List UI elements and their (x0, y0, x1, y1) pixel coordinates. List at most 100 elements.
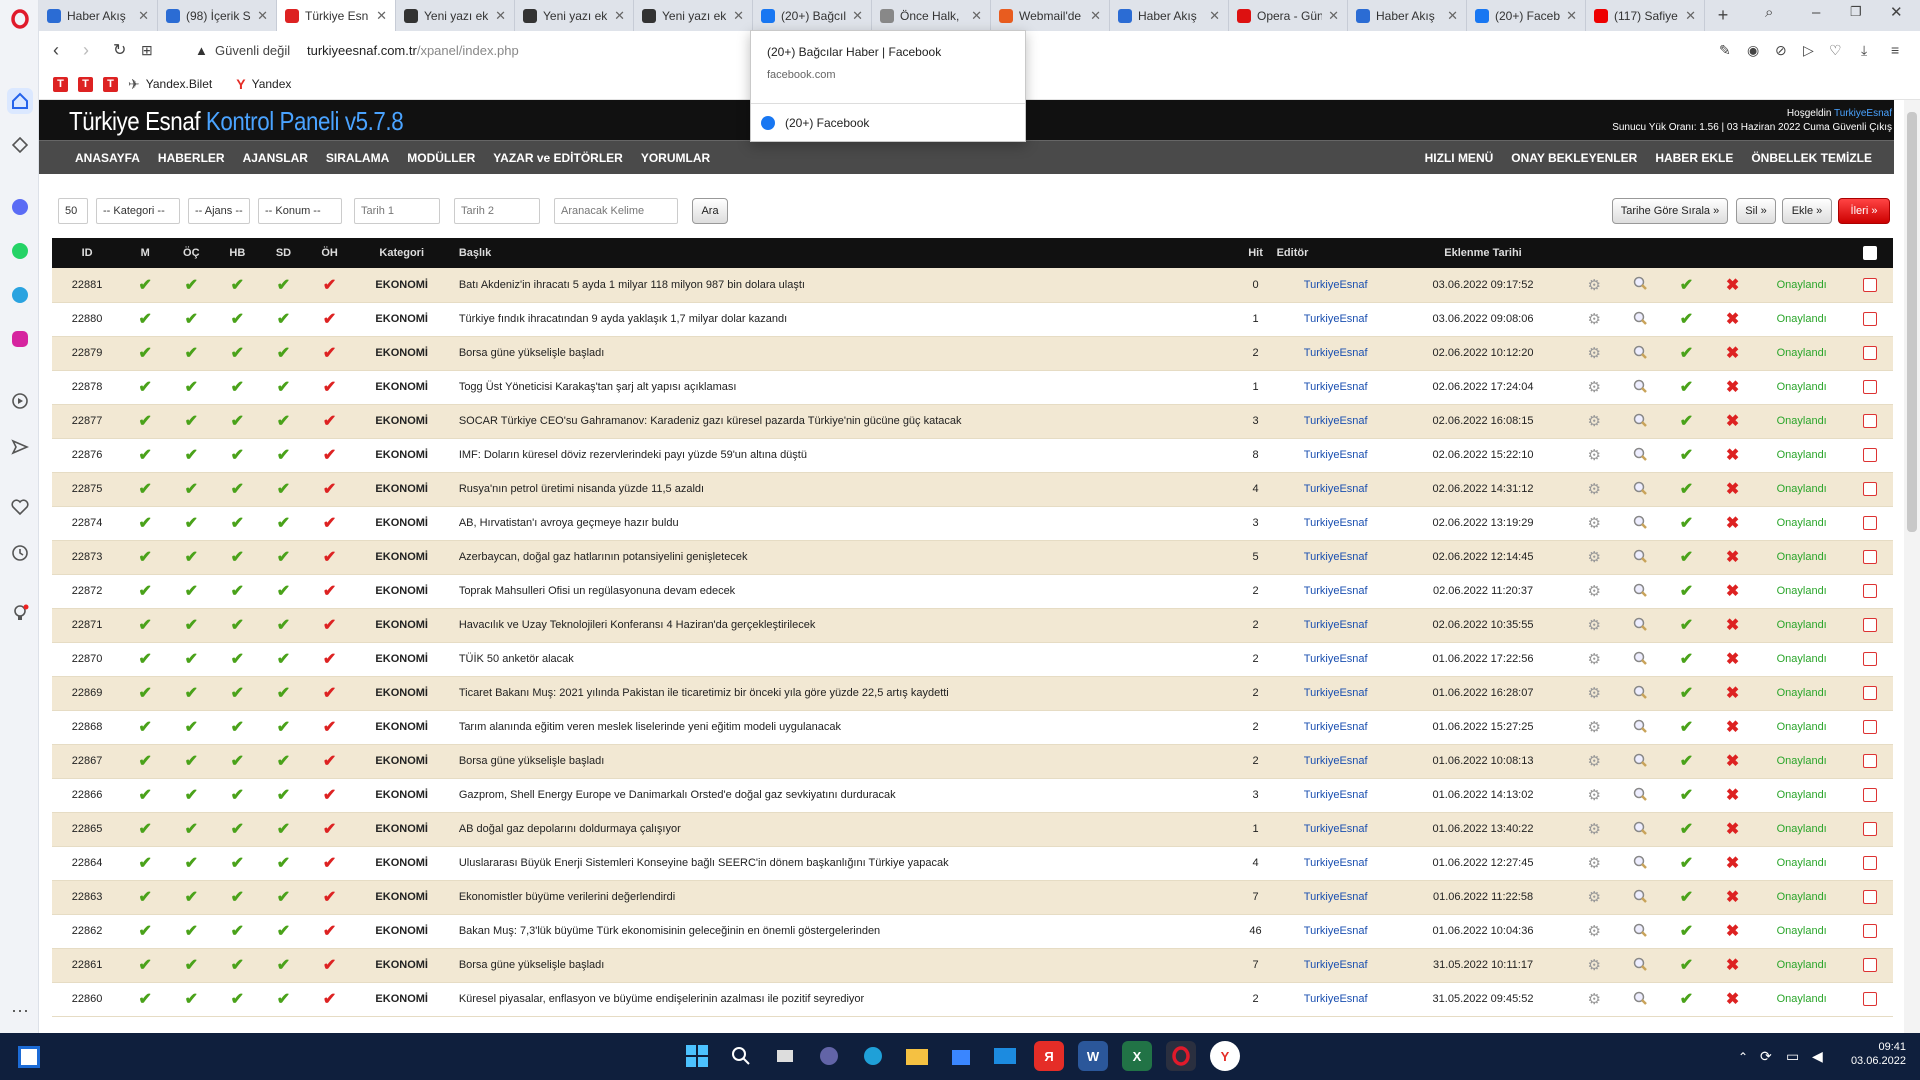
flag-hb[interactable]: ✔ (214, 710, 261, 745)
select-cell[interactable] (1847, 540, 1893, 575)
row-title[interactable]: TÜİK 50 anketör alacak (450, 642, 1235, 677)
tab-close-icon[interactable]: ✕ (971, 8, 982, 24)
row-title[interactable]: Batı Akdeniz'in ihracatı 5 ayda 1 milyar… (450, 268, 1235, 303)
reload-icon[interactable]: ↻ (113, 40, 126, 60)
row-title[interactable]: Tarım alanında eğitim veren meslek lisel… (450, 710, 1235, 745)
flag-sd[interactable]: ✔ (260, 982, 307, 1017)
row-title[interactable]: Bakan Muş: 7,3'lük büyüme Türk ekonomisi… (450, 914, 1235, 949)
tab-close-icon[interactable]: ✕ (1090, 8, 1101, 24)
nav-item[interactable]: YORUMLAR (641, 141, 710, 175)
nav-item[interactable]: ANASAYFA (75, 141, 140, 175)
tray-sync-icon[interactable]: ⟳ (1760, 1048, 1772, 1065)
restore-icon[interactable]: ❐ (1850, 4, 1862, 20)
select-cell[interactable] (1847, 404, 1893, 439)
position-select[interactable]: -- Konum -- (258, 198, 342, 224)
flag-m[interactable]: ✔ (122, 982, 169, 1017)
row-title[interactable]: AB doğal gaz depolarını doldurmaya çalış… (450, 812, 1235, 847)
settings-cell[interactable]: ⚙ (1571, 472, 1618, 507)
delete-button[interactable]: Sil » (1736, 198, 1776, 224)
row-editor[interactable]: TurkiyeEsnaf (1276, 608, 1395, 643)
flag-sd[interactable]: ✔ (260, 642, 307, 677)
edge-icon[interactable] (858, 1041, 888, 1071)
th-id[interactable]: ID (52, 238, 122, 268)
row-editor[interactable]: TurkiyeEsnaf (1276, 438, 1395, 473)
view-cell[interactable] (1617, 438, 1664, 473)
flag-hb[interactable]: ✔ (214, 302, 261, 337)
tab-preview-popup[interactable]: (20+) Bağcılar Haber | Facebook facebook… (750, 30, 1026, 142)
flag-hb[interactable]: ✔ (214, 404, 261, 439)
delete-cell[interactable]: ✖ (1709, 982, 1756, 1017)
flag-oc[interactable]: ✔ (168, 846, 215, 881)
flag-oc[interactable]: ✔ (168, 336, 215, 371)
send-icon[interactable] (7, 434, 33, 460)
browser-tab[interactable]: (20+) Bağcıl ✕ (753, 0, 872, 31)
delete-cell[interactable]: ✖ (1709, 778, 1756, 813)
row-editor[interactable]: TurkiyeEsnaf (1276, 642, 1395, 677)
select-cell[interactable] (1847, 914, 1893, 949)
approve-cell[interactable]: ✔ (1663, 676, 1710, 711)
nav-item[interactable]: ÖNBELLEK TEMİZLE (1751, 141, 1872, 175)
scrollbar-thumb[interactable] (1907, 112, 1917, 532)
flag-oh[interactable]: ✔ (306, 710, 353, 745)
flag-sd[interactable]: ✔ (260, 948, 307, 983)
select-cell[interactable] (1847, 880, 1893, 915)
bookmark-item[interactable]: T (103, 76, 118, 92)
flag-sd[interactable]: ✔ (260, 574, 307, 609)
tab-grid-icon[interactable]: ⊞ (141, 42, 153, 59)
settings-cell[interactable]: ⚙ (1571, 846, 1618, 881)
approve-cell[interactable]: ✔ (1663, 948, 1710, 983)
row-title[interactable]: Azerbaycan, doğal gaz hatlarının potansi… (450, 540, 1235, 575)
settings-cell[interactable]: ⚙ (1571, 914, 1618, 949)
row-editor[interactable]: TurkiyeEsnaf (1276, 846, 1395, 881)
select-cell[interactable] (1847, 676, 1893, 711)
flag-m[interactable]: ✔ (122, 948, 169, 983)
agency-select[interactable]: -- Ajans -- (188, 198, 250, 224)
flag-hb[interactable]: ✔ (214, 948, 261, 983)
select-cell[interactable] (1847, 846, 1893, 881)
next-button[interactable]: İleri » (1838, 198, 1890, 224)
send-page-icon[interactable]: ▷ (1803, 42, 1814, 59)
new-tab-button[interactable]: + (1708, 0, 1738, 31)
view-cell[interactable] (1617, 744, 1664, 779)
flag-oc[interactable]: ✔ (168, 608, 215, 643)
flag-hb[interactable]: ✔ (214, 438, 261, 473)
flag-hb[interactable]: ✔ (214, 540, 261, 575)
flag-sd[interactable]: ✔ (260, 812, 307, 847)
row-editor[interactable]: TurkiyeEsnaf (1276, 268, 1395, 303)
row-title[interactable]: IMF: Doların küresel döviz rezervlerinde… (450, 438, 1235, 473)
flag-oh[interactable]: ✔ (306, 812, 353, 847)
browser-tab[interactable]: (98) İçerik S ✕ (158, 0, 277, 31)
approve-cell[interactable]: ✔ (1663, 642, 1710, 677)
flag-oh[interactable]: ✔ (306, 404, 353, 439)
delete-cell[interactable]: ✖ (1709, 846, 1756, 881)
teams-icon[interactable] (814, 1041, 844, 1071)
delete-cell[interactable]: ✖ (1709, 914, 1756, 949)
approve-cell[interactable]: ✔ (1663, 574, 1710, 609)
browser-tab[interactable]: Haber Akış ✕ (39, 0, 158, 31)
bookmark-item[interactable]: Y Yandex (236, 76, 291, 92)
view-cell[interactable] (1617, 268, 1664, 303)
flag-hb[interactable]: ✔ (214, 370, 261, 405)
flag-m[interactable]: ✔ (122, 438, 169, 473)
settings-cell[interactable]: ⚙ (1571, 438, 1618, 473)
approve-cell[interactable]: ✔ (1663, 540, 1710, 575)
row-title[interactable]: Türkiye fındık ihracatından 9 ayda yakla… (450, 302, 1235, 337)
approve-cell[interactable]: ✔ (1663, 404, 1710, 439)
view-cell[interactable] (1617, 642, 1664, 677)
approve-cell[interactable]: ✔ (1663, 914, 1710, 949)
flag-oh[interactable]: ✔ (306, 302, 353, 337)
select-cell[interactable] (1847, 710, 1893, 745)
delete-cell[interactable]: ✖ (1709, 574, 1756, 609)
flag-oh[interactable]: ✔ (306, 846, 353, 881)
select-cell[interactable] (1847, 506, 1893, 541)
store-icon[interactable] (946, 1041, 976, 1071)
browser-tab[interactable]: (117) Safiye ✕ (1586, 0, 1705, 31)
delete-cell[interactable]: ✖ (1709, 302, 1756, 337)
menu-icon[interactable]: ≡ (1891, 42, 1899, 58)
settings-cell[interactable]: ⚙ (1571, 880, 1618, 915)
adblock-icon[interactable]: ⊘ (1775, 42, 1787, 59)
flag-sd[interactable]: ✔ (260, 540, 307, 575)
approve-cell[interactable]: ✔ (1663, 336, 1710, 371)
whatsapp-icon[interactable] (7, 238, 33, 264)
flag-oh[interactable]: ✔ (306, 982, 353, 1017)
